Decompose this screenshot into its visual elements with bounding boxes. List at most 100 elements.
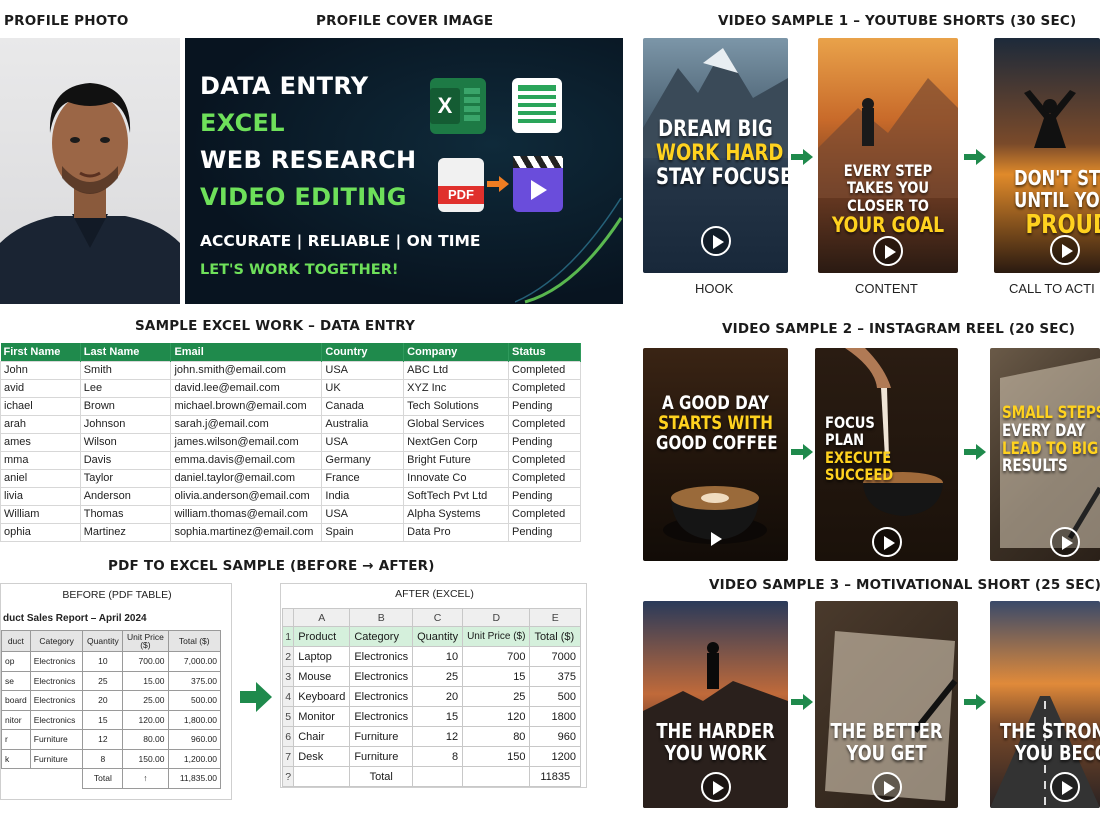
after-cell-unit-price[interactable]: 15 — [462, 666, 531, 687]
pdf-before-panel: BEFORE (PDF TABLE) duct Sales Report – A… — [0, 583, 232, 800]
after-cell-quantity[interactable]: 12 — [412, 726, 464, 747]
after-cell-quantity[interactable]: 20 — [412, 686, 464, 707]
col-letter-c[interactable]: C — [412, 608, 464, 627]
row-number[interactable]: ? — [281, 766, 295, 787]
person-portrait-icon — [0, 83, 180, 304]
play-icon[interactable] — [873, 236, 903, 266]
video2-card3-line4: RESULTS — [1002, 456, 1068, 476]
after-col-product[interactable]: Product — [293, 626, 351, 647]
row-number[interactable]: 7 — [281, 746, 295, 767]
after-col-category[interactable]: Category — [349, 626, 414, 647]
after-cell-category[interactable]: Electronics — [349, 686, 414, 707]
after-cell-category[interactable]: Furniture — [349, 746, 414, 767]
pdf-cell-product: se — [1, 670, 31, 691]
after-cell-unit-price[interactable]: 25 — [462, 686, 531, 707]
cell-first-name: ichael — [0, 396, 81, 416]
pdf-cell-category: Furniture — [29, 748, 84, 769]
cell-status: Completed — [508, 450, 581, 470]
play-icon[interactable] — [872, 772, 902, 802]
play-icon[interactable] — [701, 226, 731, 256]
video3-card-stronger[interactable]: THE STRONG YOU BECOM — [990, 601, 1100, 808]
cell-last-name: Anderson — [79, 486, 172, 506]
table-row: r Furniture 12 80.00 960.00 — [1, 729, 221, 750]
row-number[interactable]: 4 — [281, 686, 295, 707]
video1-card-content[interactable]: EVERY STEP TAKES YOU CLOSER TO YOUR GOAL — [818, 38, 958, 273]
after-cell-quantity[interactable]: 25 — [412, 666, 464, 687]
play-icon[interactable] — [701, 525, 723, 547]
col-email: Email — [170, 343, 323, 361]
after-cell-quantity[interactable]: 10 — [412, 646, 464, 667]
after-col-unit-price[interactable]: Unit Price ($) — [462, 626, 531, 647]
video3-card-harder[interactable]: THE HARDER YOU WORK — [643, 601, 788, 808]
play-icon[interactable] — [1050, 527, 1080, 557]
after-cell-total[interactable]: 960 — [529, 726, 581, 747]
after-cell-product[interactable]: Chair — [293, 726, 351, 747]
cell-last-name: Wilson — [79, 432, 172, 452]
after-cell-unit-price[interactable]: 700 — [462, 646, 531, 667]
play-icon[interactable] — [1050, 235, 1080, 265]
video1-card2-line1: EVERY STEP — [843, 161, 933, 180]
after-cell-unit-price[interactable]: 150 — [462, 746, 531, 767]
video2-card-coffee[interactable]: A GOOD DAY STARTS WITH GOOD COFFEE — [643, 348, 788, 561]
after-cell-quantity[interactable]: 8 — [412, 746, 464, 767]
after-cell-total[interactable]: 7000 — [529, 646, 581, 667]
cell-status: Pending — [508, 486, 581, 506]
video3-card-better[interactable]: THE BETTER YOU GET — [815, 601, 958, 808]
play-icon[interactable] — [1050, 772, 1080, 802]
after-cell-unit-price[interactable]: 80 — [462, 726, 531, 747]
excel-letter: X — [430, 88, 460, 124]
video1-card-cta[interactable]: DON'T STO UNTIL YOU'R PROUD — [994, 38, 1100, 273]
video2-card-steps[interactable]: SMALL STEPS EVERY DAY LEAD TO BIG RESULT… — [990, 348, 1100, 561]
empty-cell[interactable] — [412, 766, 464, 787]
after-cell-quantity[interactable]: 15 — [412, 706, 464, 727]
video1-card-hook[interactable]: DREAM BIG WORK HARD STAY FOCUSED — [643, 38, 788, 273]
cell-last-name: Johnson — [79, 414, 172, 434]
after-cell-total[interactable]: 1800 — [529, 706, 581, 727]
arrow-right-icon — [791, 444, 813, 460]
pdf-cell-quantity: 25 — [82, 670, 124, 691]
empty-cell[interactable] — [293, 766, 351, 787]
row-number[interactable]: 6 — [281, 726, 295, 747]
col-letter-d[interactable]: D — [462, 608, 531, 627]
arrow-right-icon — [487, 176, 509, 192]
video2-card2-line4: SUCCEED — [825, 464, 894, 484]
row-number[interactable]: 3 — [281, 666, 295, 687]
after-cell-product[interactable]: Mouse — [293, 666, 351, 687]
col-letter-e[interactable]: E — [529, 608, 581, 627]
after-cell-product[interactable]: Laptop — [293, 646, 351, 667]
after-col-quantity[interactable]: Quantity — [412, 626, 464, 647]
cell-last-name: Davis — [79, 450, 172, 470]
cell-first-name: John — [0, 360, 81, 380]
after-cell-product[interactable]: Keyboard — [293, 686, 351, 707]
after-cell-total[interactable]: 1200 — [529, 746, 581, 767]
play-icon[interactable] — [872, 527, 902, 557]
after-total-value[interactable]: 11835 — [529, 766, 581, 787]
play-icon[interactable] — [701, 772, 731, 802]
after-cell-unit-price[interactable]: 120 — [462, 706, 531, 727]
after-cell-total[interactable]: 375 — [529, 666, 581, 687]
after-cell-total[interactable]: 500 — [529, 686, 581, 707]
row-number[interactable]: 1 — [281, 626, 295, 647]
video2-card1-line1: A GOOD DAY — [661, 393, 770, 414]
after-cell-product[interactable]: Monitor — [293, 706, 351, 727]
after-cell-product[interactable]: Desk — [293, 746, 351, 767]
after-cell-category[interactable]: Electronics — [349, 706, 414, 727]
col-letter-b[interactable]: B — [349, 608, 414, 627]
cover-tagline: ACCURATE | RELIABLE | ON TIME — [200, 232, 481, 250]
after-col-total[interactable]: Total ($) — [529, 626, 581, 647]
video1-card2-line3: CLOSER TO — [847, 195, 929, 215]
after-total-label[interactable]: Total — [349, 766, 414, 787]
video2-card-focus[interactable]: FOCUS PLAN EXECUTE SUCCEED — [815, 348, 958, 561]
after-cell-category[interactable]: Electronics — [349, 666, 414, 687]
after-cell-category[interactable]: Electronics — [349, 646, 414, 667]
row-number[interactable]: 5 — [281, 706, 295, 727]
spreadsheet-icon — [512, 78, 562, 133]
row-number[interactable]: 2 — [281, 646, 295, 667]
pdf-cell-total: 960.00 — [167, 729, 221, 750]
excel-total-row: ? Total 11835 — [281, 766, 581, 787]
empty-cell[interactable] — [462, 766, 531, 787]
pdf-cell-quantity: 20 — [82, 690, 124, 711]
pdf-total-row: Total ↑ 11,835.00 — [2, 768, 221, 789]
after-cell-category[interactable]: Furniture — [349, 726, 414, 747]
col-letter-a[interactable]: A — [293, 608, 351, 627]
